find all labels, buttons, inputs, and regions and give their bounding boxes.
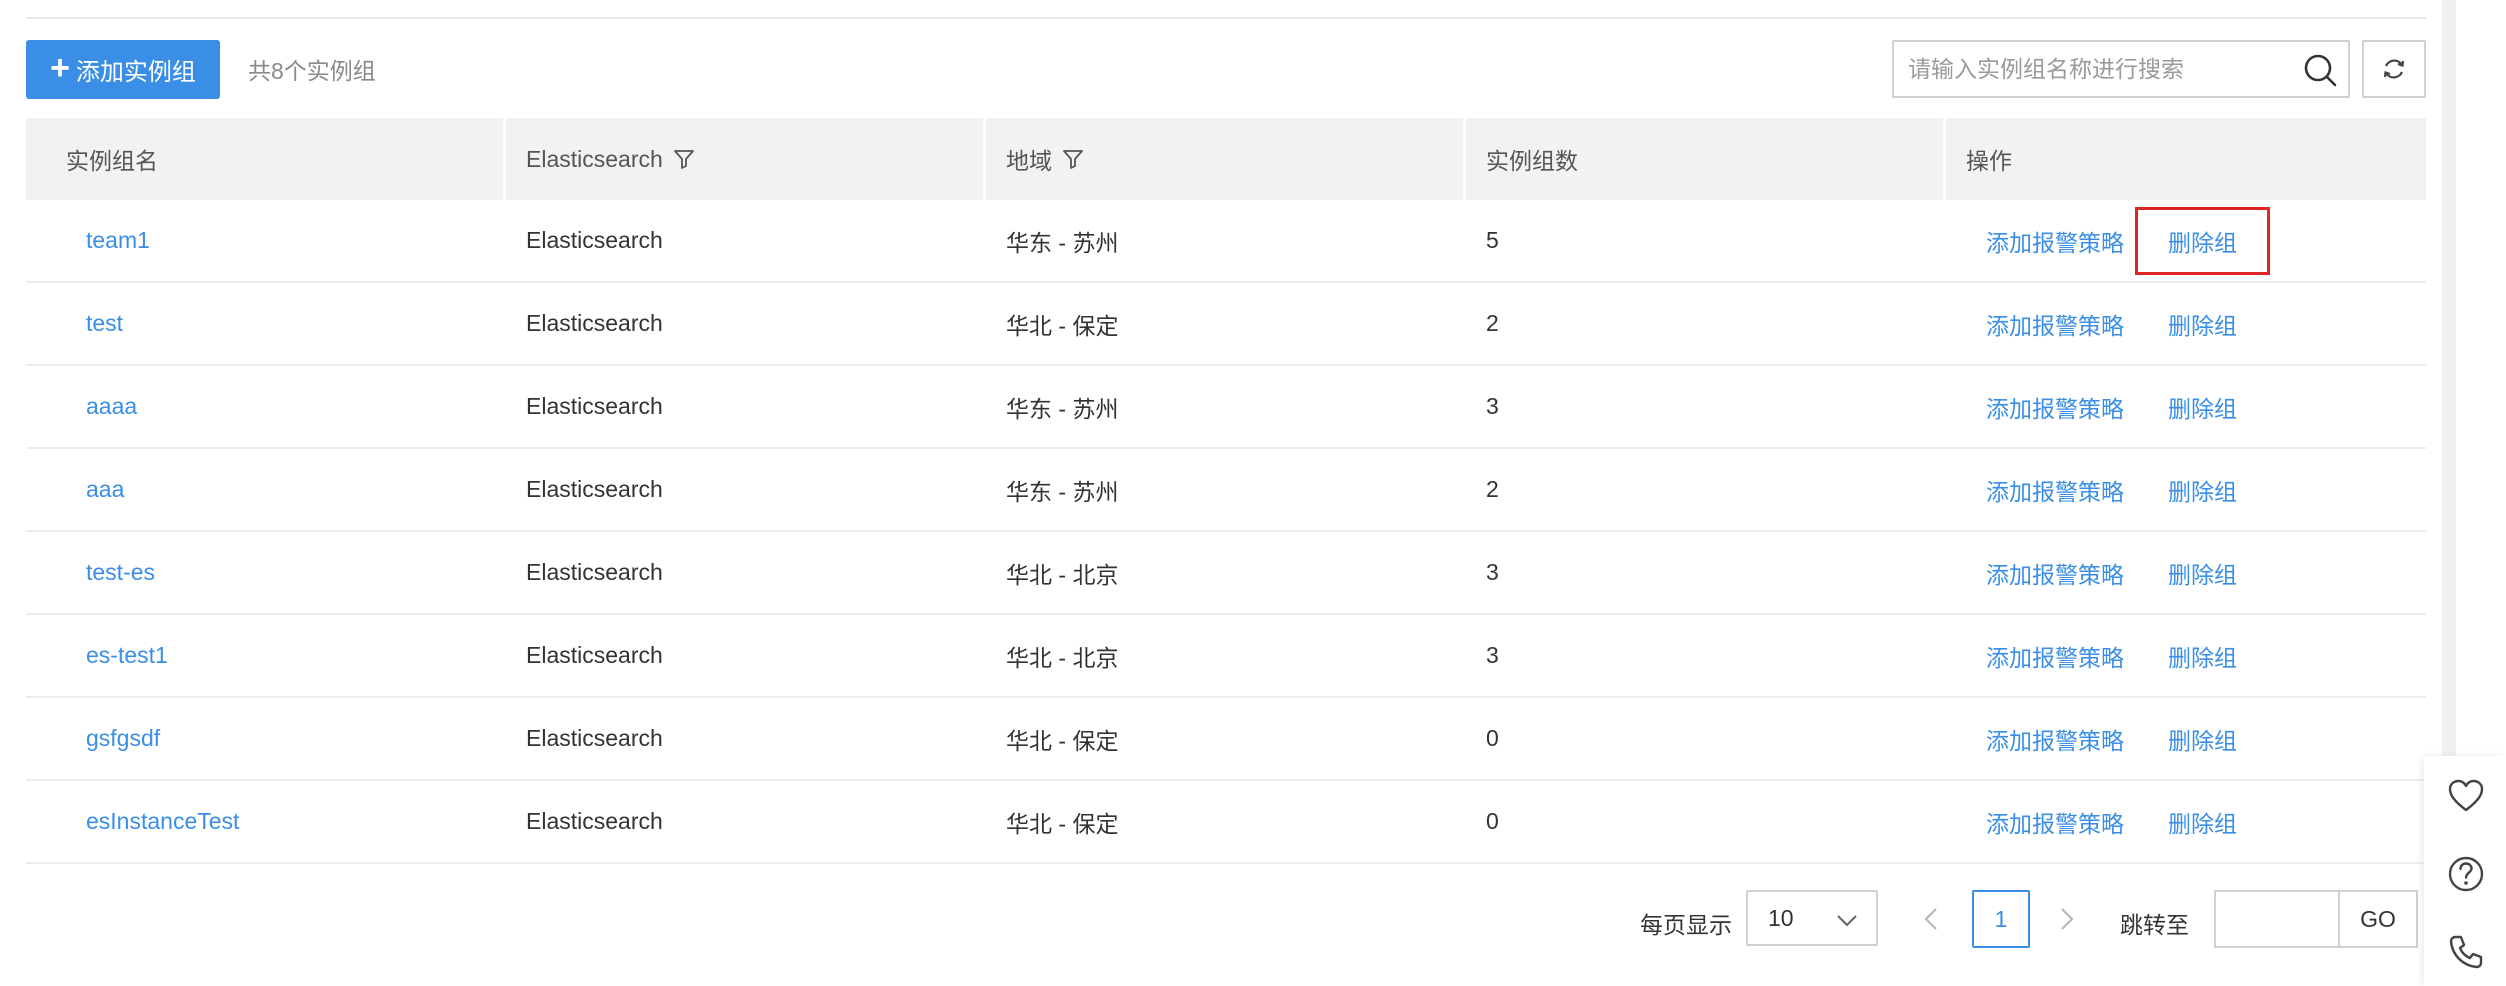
product-cell: Elasticsearch bbox=[526, 393, 663, 419]
add-alarm-policy-link[interactable]: 添加报警策略 bbox=[1986, 307, 2124, 341]
delete-group-link[interactable]: 删除组 bbox=[2168, 805, 2237, 839]
product-cell: Elasticsearch bbox=[526, 725, 663, 751]
go-button[interactable]: GO bbox=[2338, 890, 2418, 948]
delete-group-link[interactable]: 删除组 bbox=[2168, 639, 2237, 673]
page-size-select[interactable]: 10 bbox=[1746, 890, 1878, 946]
table-row: es-test1 Elasticsearch 华北 - 北京 3 添加报警策略 删… bbox=[26, 615, 2426, 698]
region-cell: 华北 - 保定 bbox=[1006, 810, 1119, 837]
column-header-region: 地域 bbox=[986, 118, 1466, 200]
column-header-actions: 操作 bbox=[1946, 118, 2426, 200]
count-cell: 5 bbox=[1486, 227, 1499, 253]
delete-group-link[interactable]: 删除组 bbox=[2168, 307, 2237, 341]
per-page-label: 每页显示 bbox=[1640, 912, 1732, 938]
help-circle-icon[interactable] bbox=[2446, 854, 2486, 894]
product-cell: Elasticsearch bbox=[526, 310, 663, 336]
table-row: test-es Elasticsearch 华北 - 北京 3 添加报警策略 删除… bbox=[26, 532, 2426, 615]
table-row: aaaa Elasticsearch 华东 - 苏州 3 添加报警策略 删除组 bbox=[26, 366, 2426, 449]
chevron-right-icon[interactable] bbox=[2054, 904, 2078, 934]
group-name-link[interactable]: esInstanceTest bbox=[86, 808, 239, 834]
group-name-link[interactable]: aaaa bbox=[86, 393, 137, 419]
add-alarm-policy-link[interactable]: 添加报警策略 bbox=[1986, 473, 2124, 507]
count-cell: 3 bbox=[1486, 559, 1499, 585]
product-cell: Elasticsearch bbox=[526, 559, 663, 585]
delete-group-link[interactable]: 删除组 bbox=[2168, 722, 2237, 756]
table-row: test Elasticsearch 华北 - 保定 2 添加报警策略 删除组 bbox=[26, 283, 2426, 366]
delete-group-link[interactable]: 删除组 bbox=[2168, 556, 2237, 590]
filter-icon[interactable] bbox=[1062, 148, 1084, 170]
refresh-button[interactable] bbox=[2362, 40, 2426, 98]
page-size-value: 10 bbox=[1768, 904, 1794, 931]
product-cell: Elasticsearch bbox=[526, 476, 663, 502]
search-icon[interactable] bbox=[2302, 52, 2338, 88]
column-header-count: 实例组数 bbox=[1466, 118, 1946, 200]
heart-icon[interactable] bbox=[2446, 776, 2486, 816]
group-name-link[interactable]: test bbox=[86, 310, 123, 336]
region-cell: 华北 - 保定 bbox=[1006, 312, 1119, 339]
add-alarm-policy-link[interactable]: 添加报警策略 bbox=[1986, 722, 2124, 756]
region-cell: 华东 - 苏州 bbox=[1006, 229, 1119, 256]
chevron-left-icon[interactable] bbox=[1920, 904, 1944, 934]
count-cell: 3 bbox=[1486, 393, 1499, 419]
add-alarm-policy-link[interactable]: 添加报警策略 bbox=[1986, 639, 2124, 673]
count-cell: 3 bbox=[1486, 642, 1499, 668]
column-header-name: 实例组名 bbox=[26, 118, 506, 200]
group-name-link[interactable]: aaa bbox=[86, 476, 124, 502]
refresh-icon bbox=[2383, 59, 2405, 79]
filter-icon[interactable] bbox=[673, 148, 695, 170]
search-input[interactable] bbox=[1906, 42, 2290, 96]
region-cell: 华北 - 北京 bbox=[1006, 561, 1119, 588]
delete-group-link[interactable]: 删除组 bbox=[2135, 206, 2270, 275]
delete-group-link[interactable]: 删除组 bbox=[2168, 473, 2237, 507]
table-row: esInstanceTest Elasticsearch 华北 - 保定 0 添… bbox=[26, 781, 2426, 864]
region-cell: 华东 - 苏州 bbox=[1006, 478, 1119, 505]
product-cell: Elasticsearch bbox=[526, 642, 663, 668]
plus-icon: + bbox=[50, 49, 70, 87]
floating-toolbar bbox=[2424, 756, 2506, 986]
region-cell: 华北 - 保定 bbox=[1006, 727, 1119, 754]
top-divider bbox=[26, 17, 2426, 19]
add-instance-group-label: 添加实例组 bbox=[75, 59, 196, 86]
chevron-down-icon bbox=[1837, 915, 1857, 927]
region-cell: 华东 - 苏州 bbox=[1006, 395, 1119, 422]
product-cell: Elasticsearch bbox=[526, 227, 663, 253]
count-cell: 2 bbox=[1486, 310, 1499, 336]
column-header-product: Elasticsearch bbox=[506, 118, 986, 200]
search-box bbox=[1892, 40, 2350, 98]
table-header-row: 实例组名 Elasticsearch 地域 实例组数 操作 bbox=[26, 118, 2426, 200]
phone-icon[interactable] bbox=[2446, 932, 2486, 972]
current-page-button[interactable]: 1 bbox=[1972, 890, 2030, 948]
count-cell: 2 bbox=[1486, 476, 1499, 502]
add-alarm-policy-link[interactable]: 添加报警策略 bbox=[1986, 556, 2124, 590]
total-count-text: 共8个实例组 bbox=[248, 58, 376, 84]
table-row: gsfgsdf Elasticsearch 华北 - 保定 0 添加报警策略 删除… bbox=[26, 698, 2426, 781]
count-cell: 0 bbox=[1486, 808, 1499, 834]
table-row: team1 Elasticsearch 华东 - 苏州 5 添加报警策略 删除组 bbox=[26, 200, 2426, 283]
product-cell: Elasticsearch bbox=[526, 808, 663, 834]
table-row: aaa Elasticsearch 华东 - 苏州 2 添加报警策略 删除组 bbox=[26, 449, 2426, 532]
add-alarm-policy-link[interactable]: 添加报警策略 bbox=[1986, 224, 2124, 258]
jump-page-input[interactable] bbox=[2214, 890, 2338, 948]
add-instance-group-button[interactable]: + 添加实例组 bbox=[26, 40, 220, 99]
group-name-link[interactable]: team1 bbox=[86, 227, 150, 253]
count-cell: 0 bbox=[1486, 725, 1499, 751]
delete-group-link[interactable]: 删除组 bbox=[2168, 390, 2237, 424]
jump-to-label: 跳转至 bbox=[2120, 912, 2189, 938]
group-name-link[interactable]: test-es bbox=[86, 559, 155, 585]
add-alarm-policy-link[interactable]: 添加报警策略 bbox=[1986, 390, 2124, 424]
add-alarm-policy-link[interactable]: 添加报警策略 bbox=[1986, 805, 2124, 839]
group-name-link[interactable]: gsfgsdf bbox=[86, 725, 160, 751]
region-cell: 华北 - 北京 bbox=[1006, 644, 1119, 671]
instance-group-table: 实例组名 Elasticsearch 地域 实例组数 操作 team1 Elas… bbox=[26, 118, 2426, 864]
group-name-link[interactable]: es-test1 bbox=[86, 642, 168, 668]
